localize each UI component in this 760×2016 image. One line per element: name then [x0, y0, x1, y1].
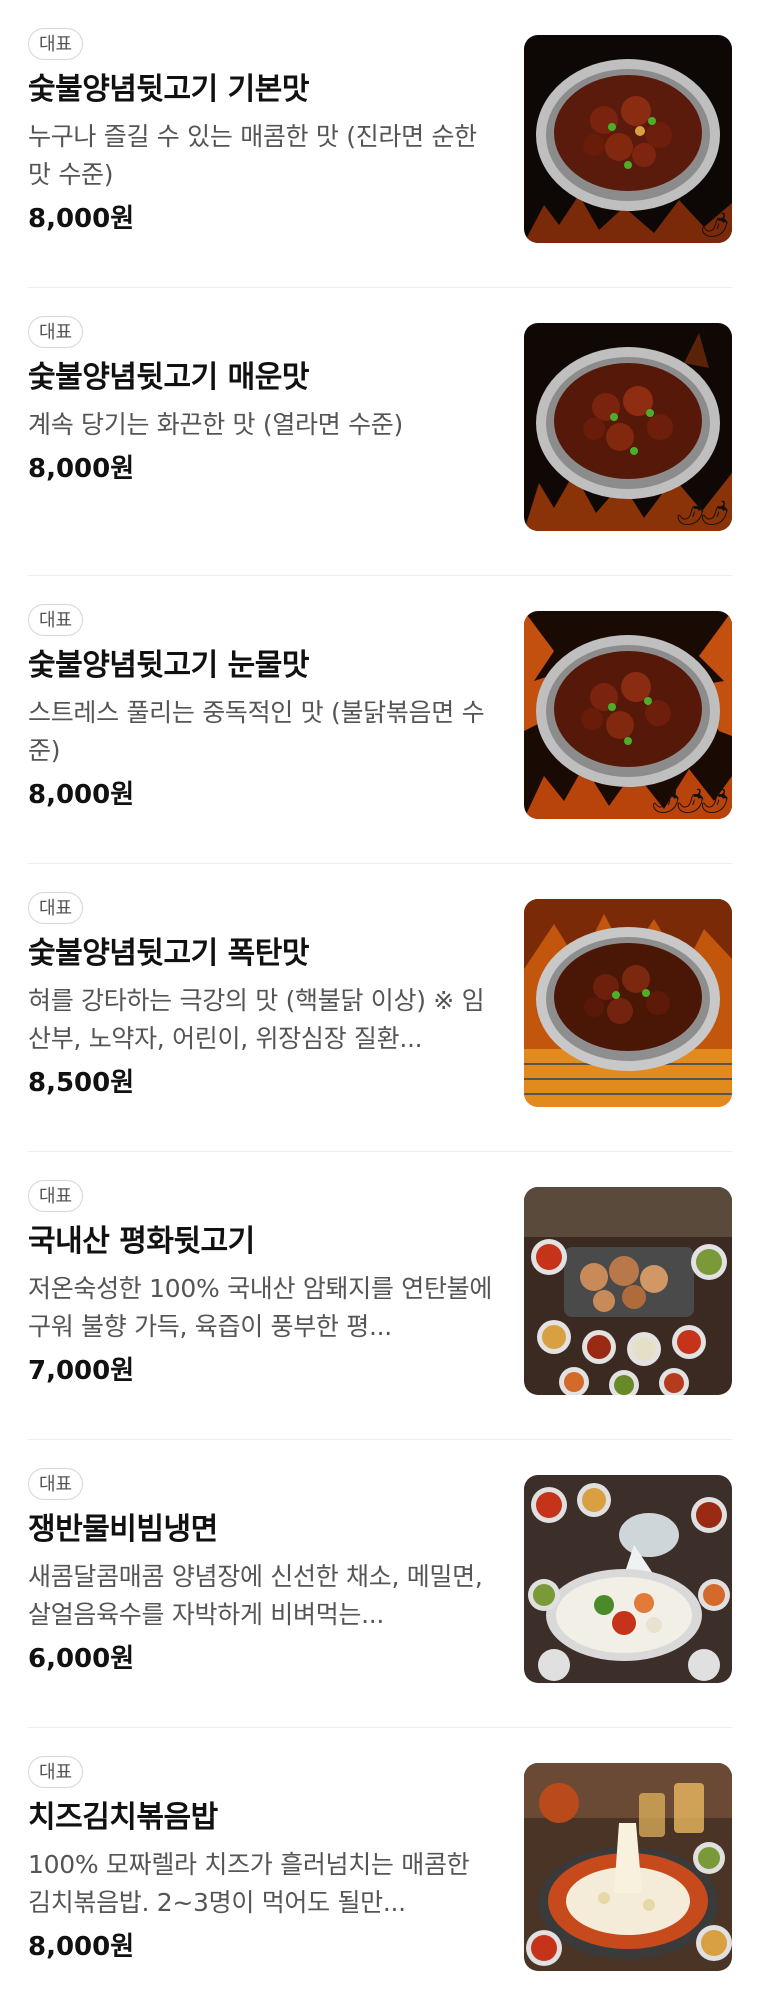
- menu-item-price: 8,000원: [28, 454, 135, 484]
- menu-item-description: 계속 당기는 화끈한 맛 (열라면 수준): [28, 410, 403, 439]
- menu-item-name: 숯불양념뒷고기 매운맛: [28, 360, 309, 395]
- menu-item-price: 6,000원: [28, 1644, 135, 1674]
- menu-item[interactable]: 대표 쟁반물비빔냉면 새콤달콤매콤 양념장에 신선한 채소, 메밀면, 살얼음육…: [28, 1440, 732, 1728]
- menu-item-photo[interactable]: [524, 899, 732, 1107]
- menu-item-info: 대표 숯불양념뒷고기 매운맛 계속 당기는 화끈한 맛 (열라면 수준) 8,0…: [28, 316, 498, 488]
- menu-item[interactable]: 대표 숯불양념뒷고기 매운맛 계속 당기는 화끈한 맛 (열라면 수준) 8,0…: [28, 288, 732, 576]
- menu-item-price: 8,000원: [28, 780, 135, 810]
- representative-badge: 대표: [28, 604, 84, 636]
- menu-item-photo[interactable]: [524, 1763, 732, 1971]
- chili-pepper-icon: 🌶🌶🌶: [650, 787, 730, 815]
- menu-item-price: 8,000원: [28, 1932, 135, 1962]
- menu-item-name: 숯불양념뒷고기 기본맛: [28, 72, 309, 107]
- menu-item-description: 새콤달콤매콤 양념장에 신선한 채소, 메밀면, 살얼음육수를 자박하게 비벼먹…: [28, 1562, 483, 1629]
- representative-badge: 대표: [28, 1468, 84, 1500]
- representative-badge: 대표: [28, 28, 84, 60]
- menu-item-name: 숯불양념뒷고기 폭탄맛: [28, 936, 309, 971]
- menu-item-info: 대표 국내산 평화뒷고기 저온숙성한 100% 국내산 암퇘지를 연탄불에 구워…: [28, 1180, 498, 1390]
- menu-item-photo[interactable]: [524, 1475, 732, 1683]
- menu-item[interactable]: 대표 숯불양념뒷고기 폭탄맛 혀를 강타하는 극강의 맛 (핵불닭 이상) ※ …: [28, 864, 732, 1152]
- menu-item-description: 누구나 즐길 수 있는 매콤한 맛 (진라면 순한맛 수준): [28, 122, 477, 189]
- menu-item-name: 쟁반물비빔냉면: [28, 1512, 218, 1547]
- menu-item-info: 대표 쟁반물비빔냉면 새콤달콤매콤 양념장에 신선한 채소, 메밀면, 살얼음육…: [28, 1468, 498, 1678]
- menu-item-price: 7,000원: [28, 1356, 135, 1386]
- menu-item-name: 치즈김치볶음밥: [28, 1800, 218, 1835]
- menu-list: 대표 숯불양념뒷고기 기본맛 누구나 즐길 수 있는 매콤한 맛 (진라면 순한…: [0, 0, 760, 2016]
- menu-item-description: 혀를 강타하는 극강의 맛 (핵불닭 이상) ※ 임산부, 노약자, 어린이, …: [28, 986, 485, 1053]
- menu-item[interactable]: 대표 숯불양념뒷고기 기본맛 누구나 즐길 수 있는 매콤한 맛 (진라면 순한…: [28, 0, 732, 288]
- menu-item[interactable]: 대표 국내산 평화뒷고기 저온숙성한 100% 국내산 암퇘지를 연탄불에 구워…: [28, 1152, 732, 1440]
- menu-item-info: 대표 숯불양념뒷고기 눈물맛 스트레스 풀리는 중독적인 맛 (불닭볶음면 수준…: [28, 604, 498, 814]
- menu-item-name: 국내산 평화뒷고기: [28, 1224, 255, 1259]
- menu-item-photo[interactable]: [524, 1187, 732, 1395]
- menu-item-photo[interactable]: 🌶🌶: [524, 323, 732, 531]
- menu-item-info: 대표 치즈김치볶음밥 100% 모짜렐라 치즈가 흘러넘치는 매콤한 김치볶음밥…: [28, 1756, 498, 1966]
- representative-badge: 대표: [28, 892, 84, 924]
- menu-item-description: 100% 모짜렐라 치즈가 흘러넘치는 매콤한 김치볶음밥. 2~3명이 먹어도…: [28, 1850, 470, 1917]
- menu-item[interactable]: 대표 치즈김치볶음밥 100% 모짜렐라 치즈가 흘러넘치는 매콤한 김치볶음밥…: [28, 1728, 732, 2016]
- representative-badge: 대표: [28, 316, 84, 348]
- menu-item-info: 대표 숯불양념뒷고기 기본맛 누구나 즐길 수 있는 매콤한 맛 (진라면 순한…: [28, 28, 498, 238]
- chili-pepper-icon: 🌶: [699, 211, 731, 239]
- menu-item-photo[interactable]: 🌶🌶🌶: [524, 611, 732, 819]
- menu-item-name: 숯불양념뒷고기 눈물맛: [28, 648, 309, 683]
- menu-item[interactable]: 대표 숯불양념뒷고기 눈물맛 스트레스 풀리는 중독적인 맛 (불닭볶음면 수준…: [28, 576, 732, 864]
- menu-item-info: 대표 숯불양념뒷고기 폭탄맛 혀를 강타하는 극강의 맛 (핵불닭 이상) ※ …: [28, 892, 498, 1102]
- menu-item-price: 8,500원: [28, 1068, 135, 1098]
- menu-item-photo[interactable]: 🌶: [524, 35, 732, 243]
- menu-item-description: 스트레스 풀리는 중독적인 맛 (불닭볶음면 수준): [28, 698, 485, 765]
- chili-pepper-icon: 🌶🌶: [675, 499, 730, 527]
- menu-item-description: 저온숙성한 100% 국내산 암퇘지를 연탄불에 구워 불향 가득, 육즙이 풍…: [28, 1274, 493, 1341]
- representative-badge: 대표: [28, 1180, 84, 1212]
- representative-badge: 대표: [28, 1756, 84, 1788]
- menu-item-price: 8,000원: [28, 204, 135, 234]
